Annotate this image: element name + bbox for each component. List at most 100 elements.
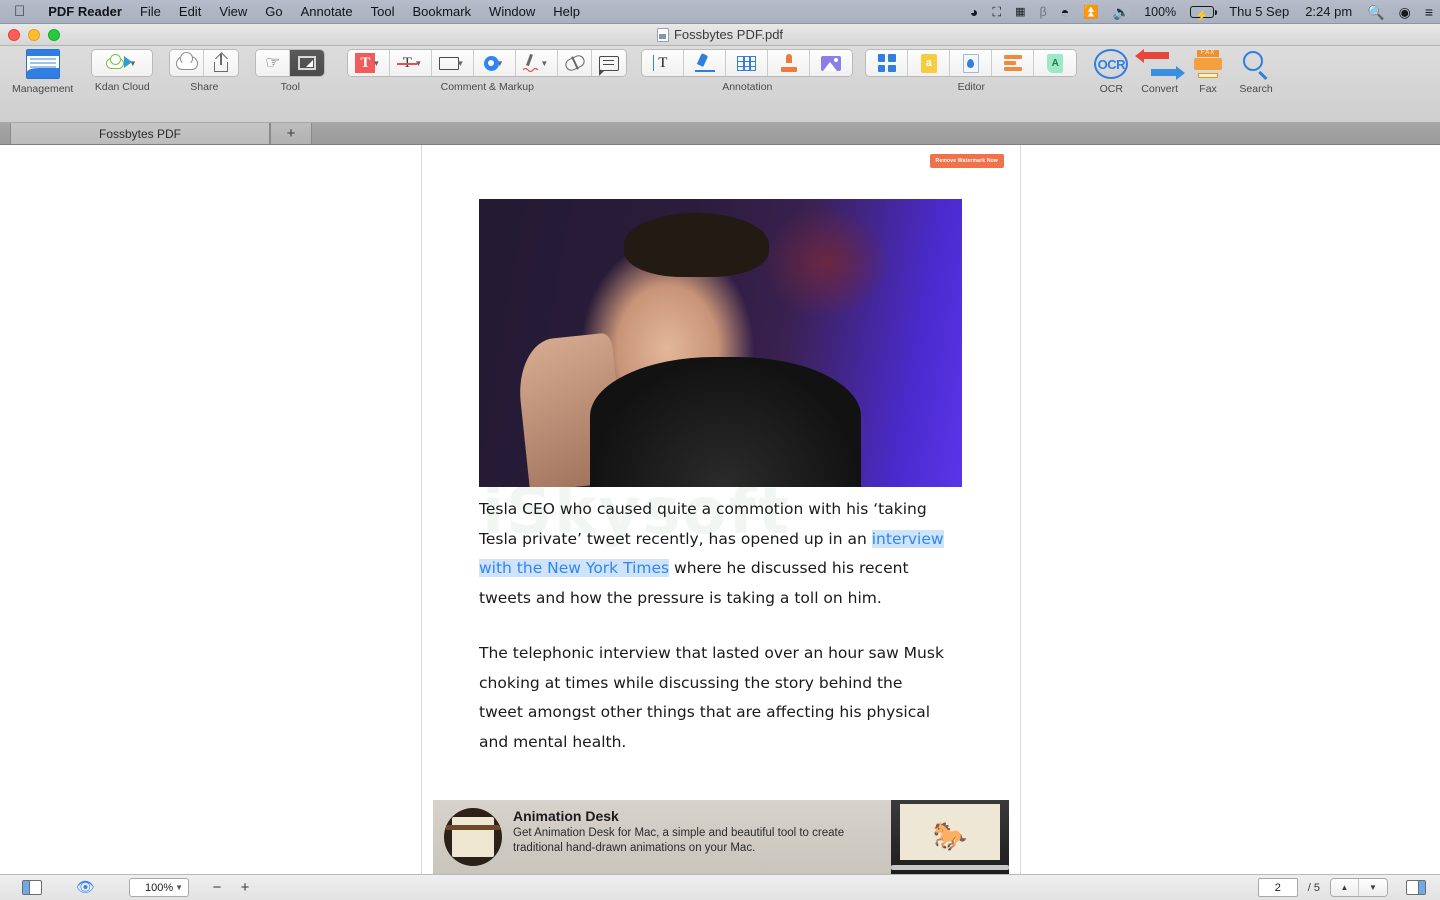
notification-center-icon[interactable]: ≡: [1418, 0, 1440, 24]
wifi-icon[interactable]: ◓: [1054, 0, 1076, 24]
cloud-icon: [175, 52, 198, 70]
share-button[interactable]: [204, 50, 239, 76]
menu-app-name[interactable]: PDF Reader: [39, 0, 131, 24]
page-number-input[interactable]: 2: [1257, 878, 1298, 897]
translate-button[interactable]: A: [1034, 50, 1077, 76]
select-tool-button[interactable]: [290, 50, 325, 76]
watermark-button[interactable]: [950, 50, 993, 76]
menu-item-window[interactable]: Window: [480, 0, 544, 24]
kdan-cloud-button[interactable]: ▼: [91, 49, 154, 77]
add-text-button[interactable]: a: [908, 50, 951, 76]
management-button[interactable]: [25, 49, 61, 79]
toolbar-label-annotation: Annotation: [722, 81, 773, 93]
document-management-icon: [25, 49, 61, 79]
current-page-value: 2: [1274, 881, 1281, 894]
input-source-icon[interactable]: ▦: [1008, 0, 1032, 24]
strikethrough-button[interactable]: T ▼: [390, 50, 433, 76]
menu-item-view[interactable]: View: [210, 0, 256, 24]
menu-item-tool[interactable]: Tool: [362, 0, 404, 24]
new-tab-button[interactable]: +: [270, 123, 312, 144]
page-total-label: / 5: [1307, 881, 1320, 894]
menu-time-label: 2:24 pm: [1305, 4, 1353, 19]
menu-item-edit[interactable]: Edit: [170, 0, 210, 24]
tool-segmented-control: ☞: [255, 49, 326, 77]
dropbox-icon[interactable]: ◕: [963, 0, 985, 24]
window-title-bar: Fossbytes PDF.pdf: [0, 24, 1440, 46]
toolbar-group-management: Management: [12, 49, 73, 95]
previous-page-button[interactable]: ▲: [1331, 879, 1359, 896]
animation-desk-screenshot: 🐎: [891, 800, 1009, 874]
fax-machine-icon: FAX: [1190, 49, 1226, 79]
circle-button[interactable]: ▼: [474, 50, 517, 76]
ocr-button[interactable]: OCR OCR: [1093, 49, 1129, 95]
chevron-down-icon[interactable]: ▼: [175, 883, 183, 892]
close-window-button[interactable]: [8, 29, 20, 41]
table-button[interactable]: [726, 50, 769, 76]
zoom-out-button[interactable]: −: [209, 879, 225, 896]
apple-icon[interactable]: : [14, 4, 25, 19]
right-panel-toggle-icon[interactable]: [1406, 880, 1426, 895]
eye-icon[interactable]: 👁: [76, 880, 95, 895]
zoom-in-button[interactable]: +: [237, 879, 253, 896]
convert-button[interactable]: Convert: [1134, 48, 1185, 95]
menu-item-file[interactable]: File: [131, 0, 170, 24]
minimize-window-button[interactable]: [28, 29, 40, 41]
menu-item-help[interactable]: Help: [544, 0, 589, 24]
pdf-page[interactable]: Remove Watermark Now iSkysoft Tesla CEO …: [421, 145, 1021, 874]
animation-desk-ad[interactable]: Animation Desk Get Animation Desk for Ma…: [433, 800, 1009, 874]
fax-button[interactable]: FAX Fax: [1190, 49, 1226, 95]
volume-icon[interactable]: 🔊: [1106, 0, 1137, 24]
bluetooth-icon[interactable]: β: [1033, 0, 1054, 24]
maximize-window-button[interactable]: [48, 29, 60, 41]
menu-bar-status-area: ◕ ⛶ ▦ β ◓ ⏫ 🔊 100% Thu 5 Sep 2:24 pm 🔍 ◉…: [963, 0, 1440, 28]
search-button[interactable]: Search: [1238, 49, 1274, 95]
document-viewport[interactable]: Remove Watermark Now iSkysoft Tesla CEO …: [0, 145, 1440, 874]
page-stepper: ▲ ▼: [1330, 878, 1388, 897]
tab-fossbytes-pdf[interactable]: Fossbytes PDF: [10, 123, 270, 144]
menu-item-annotate[interactable]: Annotate: [292, 0, 362, 24]
comment-note-icon: [599, 55, 620, 76]
battery-percent-label: 100%: [1144, 5, 1177, 19]
rectangle-button[interactable]: ▼: [432, 50, 475, 76]
tab-bar-left-stub: [0, 123, 10, 144]
left-panel-toggle-icon[interactable]: [22, 880, 42, 895]
eject-icon[interactable]: ⏫: [1076, 0, 1106, 24]
filled-circle-icon: [483, 55, 499, 71]
share-arrow-icon: [213, 52, 229, 72]
pdf-file-icon: [656, 27, 669, 42]
text-box-button[interactable]: T: [642, 50, 685, 76]
image-button[interactable]: [810, 50, 853, 76]
eraser-button[interactable]: [558, 50, 593, 76]
chevron-down-icon[interactable]: ▼: [456, 59, 464, 68]
paragraph-1-text-before-link: Tesla CEO who caused quite a commotion w…: [479, 500, 927, 548]
menu-bar:  PDF Reader File Edit View Go Annotate …: [0, 0, 1440, 28]
ad-badge: [433, 800, 513, 874]
signature-button[interactable]: [684, 50, 727, 76]
menu-item-go[interactable]: Go: [256, 0, 291, 24]
search-icon[interactable]: 🔍: [1360, 0, 1391, 24]
kdan-cloud-icon[interactable]: ▼: [92, 50, 153, 76]
stamp-button[interactable]: [768, 50, 811, 76]
airplay-icon[interactable]: ⛶: [985, 0, 1008, 24]
battery-charging-icon[interactable]: [1183, 4, 1221, 28]
menu-item-bookmark[interactable]: Bookmark: [404, 0, 481, 24]
siri-icon[interactable]: ◉: [1392, 0, 1418, 24]
highlight-text-button[interactable]: T ▼: [348, 50, 391, 76]
zoom-select[interactable]: 100% ▼: [129, 878, 190, 897]
chevron-down-icon[interactable]: ▼: [372, 59, 380, 68]
cloud-button[interactable]: [170, 50, 205, 76]
next-page-button[interactable]: ▼: [1359, 879, 1387, 896]
redact-button[interactable]: [992, 50, 1035, 76]
ocr-icon: OCR: [1093, 49, 1129, 79]
window-controls: [8, 24, 60, 46]
pencil-button[interactable]: ▼: [516, 50, 559, 76]
page-grid-button[interactable]: [866, 50, 909, 76]
toolbar-label-search: Search: [1239, 83, 1273, 95]
toolbar-group-comment-markup: T ▼ T ▼ ▼ ▼ ▼ Comment & Markup: [347, 49, 628, 93]
image-icon: [821, 55, 842, 71]
hand-tool-button[interactable]: ☞: [256, 50, 291, 76]
main-toolbar: Management ▼ Kdan Cloud Share ☞ Tool T ▼…: [0, 46, 1440, 123]
toolbar-group-tool: ☞ Tool: [255, 49, 326, 93]
sticky-note-button[interactable]: [592, 50, 627, 76]
remove-watermark-button[interactable]: Remove Watermark Now: [929, 154, 1004, 168]
